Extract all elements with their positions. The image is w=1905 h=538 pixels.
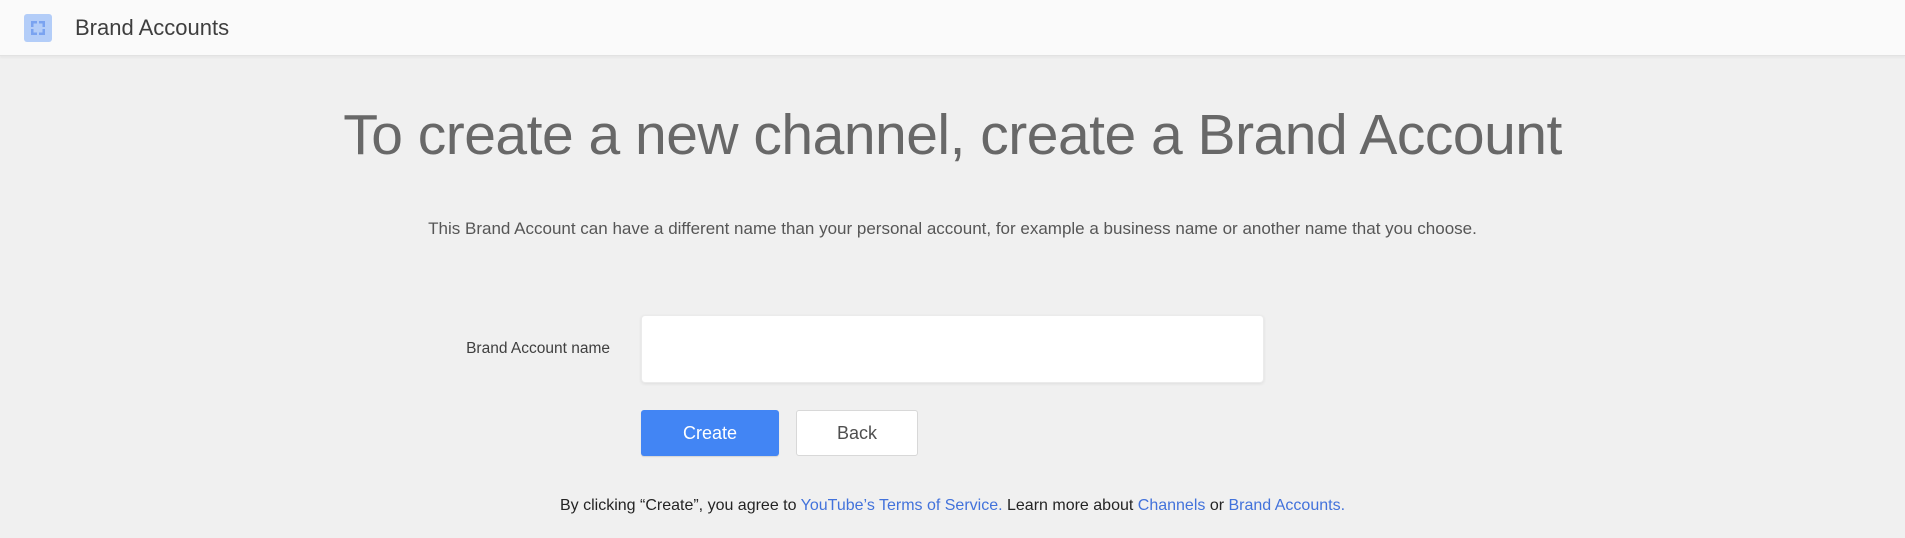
footer-text: Learn more about <box>1002 497 1138 514</box>
subtitle: This Brand Account can have a different … <box>428 219 1477 238</box>
page-title: Brand Accounts <box>75 14 230 40</box>
top-bar: Brand Accounts <box>0 0 1905 56</box>
footer-text: or <box>1205 497 1229 514</box>
back-button[interactable]: Back <box>796 410 918 456</box>
footer-note: By clicking “Create”, you agree to YouTu… <box>0 497 1905 515</box>
button-row: Create Back <box>641 410 1264 456</box>
main-content: To create a new channel, create a Brand … <box>0 104 1905 515</box>
main-heading: To create a new channel, create a Brand … <box>343 103 1562 167</box>
brand-account-name-input[interactable] <box>641 315 1264 383</box>
brand-accounts-icon <box>24 13 52 42</box>
create-button[interactable]: Create <box>641 410 779 456</box>
brand-accounts-link[interactable]: Brand Accounts. <box>1229 497 1346 514</box>
brand-account-name-label: Brand Account name <box>466 340 610 357</box>
channels-link[interactable]: Channels <box>1138 497 1206 514</box>
footer-text: By clicking “Create”, you agree to <box>559 497 801 514</box>
brand-account-form: Brand Account name <box>466 315 1264 383</box>
terms-of-service-link[interactable]: YouTube’s Terms of Service. <box>801 497 1003 514</box>
